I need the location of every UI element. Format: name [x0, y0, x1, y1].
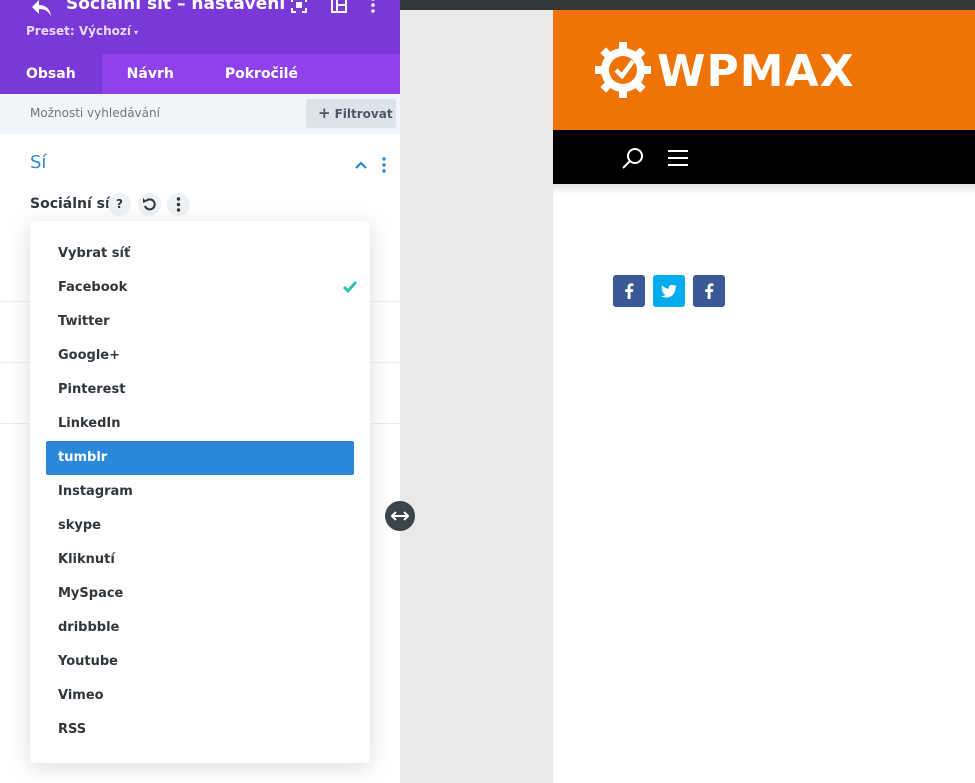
plus-icon: +	[318, 104, 331, 122]
gear-logo-icon[interactable]	[593, 40, 653, 100]
section-menu-icon[interactable]	[378, 156, 390, 174]
horizontal-resize-icon	[390, 511, 410, 521]
option-label: Facebook	[58, 280, 128, 295]
facebook-icon[interactable]	[613, 275, 645, 307]
twitter-icon	[661, 284, 677, 298]
twitter-icon[interactable]	[653, 275, 685, 307]
help-button[interactable]: ?	[108, 193, 131, 216]
tab-obsah[interactable]: Obsah	[0, 54, 102, 94]
dropdown-option[interactable]: RSS	[46, 713, 354, 747]
layout-icon[interactable]	[330, 0, 348, 14]
checkmark-icon	[342, 281, 358, 294]
social-network-dropdown: Vybrat síť Facebook Twitter Google+ Pint…	[30, 221, 370, 763]
search-icon[interactable]	[621, 146, 645, 170]
dropdown-option[interactable]: Twitter	[46, 305, 354, 339]
panel-title: Sociální síť – nastavení	[66, 0, 286, 14]
more-options-icon	[176, 197, 181, 212]
search-options-input[interactable]	[30, 106, 250, 120]
chevron-up-icon[interactable]	[354, 158, 368, 172]
dropdown-option[interactable]: Pinterest	[46, 373, 354, 407]
section-title[interactable]: Sí	[30, 152, 46, 173]
site-preview: WPMAX	[553, 10, 975, 783]
panel-header: Sociální síť – nastavení Preset: Výchozí…	[0, 0, 400, 54]
facebook-icon	[625, 283, 634, 299]
tab-navrh[interactable]: Návrh	[102, 54, 199, 94]
dropdown-option[interactable]: Google+	[46, 339, 354, 373]
dropdown-option[interactable]: LinkedIn	[46, 407, 354, 441]
dropdown-option[interactable]: Vybrat síť	[46, 237, 354, 271]
filter-button[interactable]: + Filtrovat	[306, 99, 396, 128]
reset-button[interactable]	[138, 193, 161, 216]
resize-handle[interactable]	[385, 501, 415, 531]
dropdown-option-highlighted[interactable]: tumblr	[46, 441, 354, 475]
preset-caret-icon: ▾	[133, 28, 138, 37]
field-label: Sociální síť	[30, 196, 117, 212]
preset-selector[interactable]: Preset: Výchozí ▾	[26, 24, 138, 38]
dropdown-option[interactable]: Kliknutí	[46, 543, 354, 577]
header-shadow	[553, 184, 975, 194]
fullscreen-icon[interactable]	[290, 0, 308, 14]
back-arrow-icon[interactable]	[30, 0, 54, 19]
field-options-button[interactable]	[167, 193, 190, 216]
dropdown-option[interactable]: Vimeo	[46, 679, 354, 713]
reset-icon	[143, 198, 156, 211]
facebook-icon[interactable]	[693, 275, 725, 307]
dropdown-option-facebook[interactable]: Facebook	[46, 271, 358, 305]
site-header: WPMAX	[553, 10, 975, 130]
facebook-icon	[705, 283, 714, 299]
hamburger-menu-icon[interactable]	[667, 149, 689, 167]
tab-pokrocile[interactable]: Pokročilé	[199, 54, 324, 94]
panel-tabs: Obsah Návrh Pokročilé	[0, 54, 400, 94]
filter-label: Filtrovat	[334, 107, 393, 121]
dropdown-option[interactable]: Instagram	[46, 475, 354, 509]
settings-panel: Sociální síť – nastavení Preset: Výchozí…	[0, 0, 400, 783]
dropdown-option[interactable]: Youtube	[46, 645, 354, 679]
preview-margin	[400, 0, 553, 783]
site-navigation	[553, 130, 975, 184]
site-logo-text[interactable]: WPMAX	[657, 46, 855, 97]
dropdown-option[interactable]: dribbble	[46, 611, 354, 645]
admin-bar	[400, 0, 975, 10]
preset-label: Preset: Výchozí	[26, 24, 131, 38]
dropdown-option[interactable]: skype	[46, 509, 354, 543]
more-options-icon[interactable]	[364, 0, 382, 14]
search-row: +Filtrovat	[0, 94, 400, 134]
dropdown-option[interactable]: MySpace	[46, 577, 354, 611]
